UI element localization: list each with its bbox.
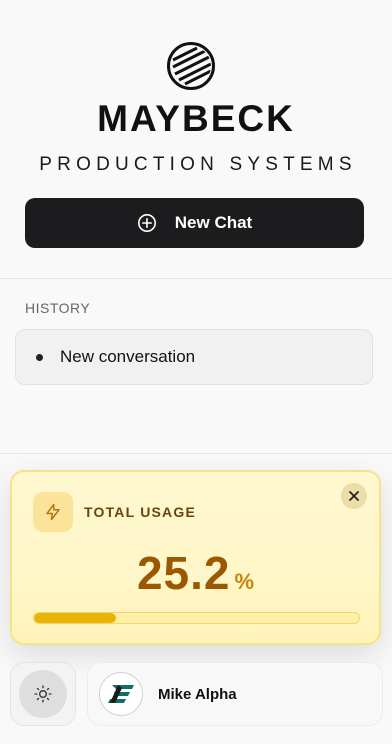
lightning-icon (33, 492, 73, 532)
user-name: Mike Alpha (158, 685, 237, 703)
brand-header: MAYBECK PRODUCTION SYSTEMS New Chat (0, 0, 392, 279)
brand-subtitle: PRODUCTION SYSTEMS (39, 154, 357, 175)
usage-readout: 25.2% (12, 546, 379, 600)
history-item-label: New conversation (60, 347, 196, 366)
usage-value: 25.2 (136, 547, 231, 599)
close-icon[interactable] (341, 483, 367, 509)
divider (0, 453, 392, 454)
bullet-dot (36, 353, 43, 361)
history-heading: HISTORY (25, 300, 91, 316)
sun-icon (19, 670, 67, 718)
new-chat-label: New Chat (174, 213, 253, 232)
plus-circle-icon (137, 214, 156, 232)
usage-card: TOTAL USAGE 25.2% (10, 470, 381, 645)
avatar (99, 672, 143, 716)
theme-toggle-button[interactable] (10, 662, 76, 726)
brand-logo-icon (167, 42, 215, 90)
brand-name: MAYBECK (97, 98, 295, 139)
usage-unit: % (234, 569, 255, 594)
usage-progress-bar (33, 612, 360, 624)
user-profile-button[interactable]: Mike Alpha (87, 662, 383, 726)
usage-progress-fill (34, 613, 116, 623)
new-chat-button[interactable]: New Chat (25, 198, 364, 248)
history-item[interactable]: New conversation (15, 329, 373, 385)
company-logo-icon (108, 685, 134, 703)
app-sidebar: MAYBECK PRODUCTION SYSTEMS New Chat HIST… (0, 0, 392, 744)
usage-title: TOTAL USAGE (84, 504, 196, 520)
